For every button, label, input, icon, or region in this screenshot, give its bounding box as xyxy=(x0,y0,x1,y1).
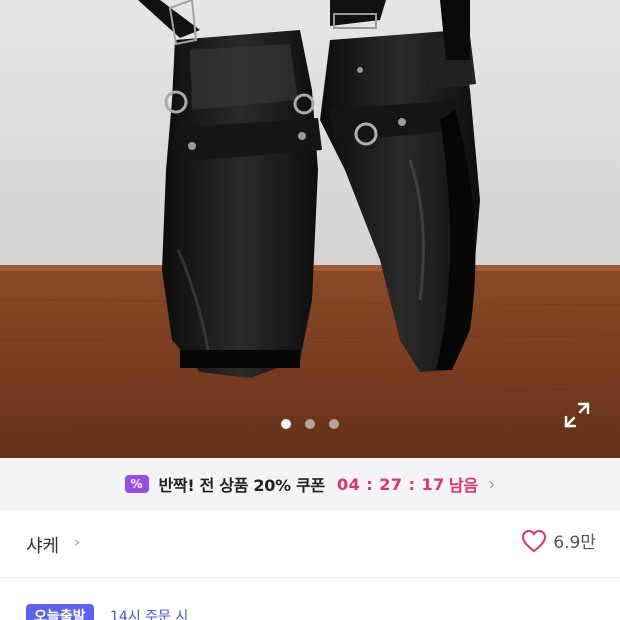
brand-row: 샤케 › 6.9만 xyxy=(0,510,620,578)
chevron-right-icon: › xyxy=(488,473,496,495)
shoe-photo xyxy=(0,0,620,458)
coupon-text: 반짝! 전 상품 20% 쿠폰 xyxy=(158,476,326,495)
coupon-timer: 04 : 27 : 17 xyxy=(336,474,445,494)
coupon-remaining-label: 남음 xyxy=(448,476,479,495)
chevron-right-icon: › xyxy=(74,533,80,551)
brand-link[interactable]: 샤케 xyxy=(26,532,59,558)
expand-icon[interactable] xyxy=(562,400,592,430)
like-count: 6.9만 xyxy=(553,533,596,553)
coupon-ticket-icon: % xyxy=(124,475,149,493)
heart-icon xyxy=(522,529,547,552)
gallery-dot-2[interactable] xyxy=(305,419,315,429)
delivery-badge: 오늘출발 xyxy=(26,604,94,620)
gallery-pagination xyxy=(0,418,620,430)
gallery-dot-3[interactable] xyxy=(329,419,339,429)
product-image[interactable] xyxy=(0,0,620,458)
delivery-row: 오늘출발 14시 주문 시 xyxy=(0,578,620,620)
gallery-dot-1[interactable] xyxy=(281,419,291,429)
like-button[interactable]: 6.9만 xyxy=(521,528,596,553)
coupon-banner[interactable]: % 반짝! 전 상품 20% 쿠폰 04 : 27 : 17 남음 › xyxy=(0,458,620,510)
delivery-text: 14시 주문 시 xyxy=(110,609,189,620)
